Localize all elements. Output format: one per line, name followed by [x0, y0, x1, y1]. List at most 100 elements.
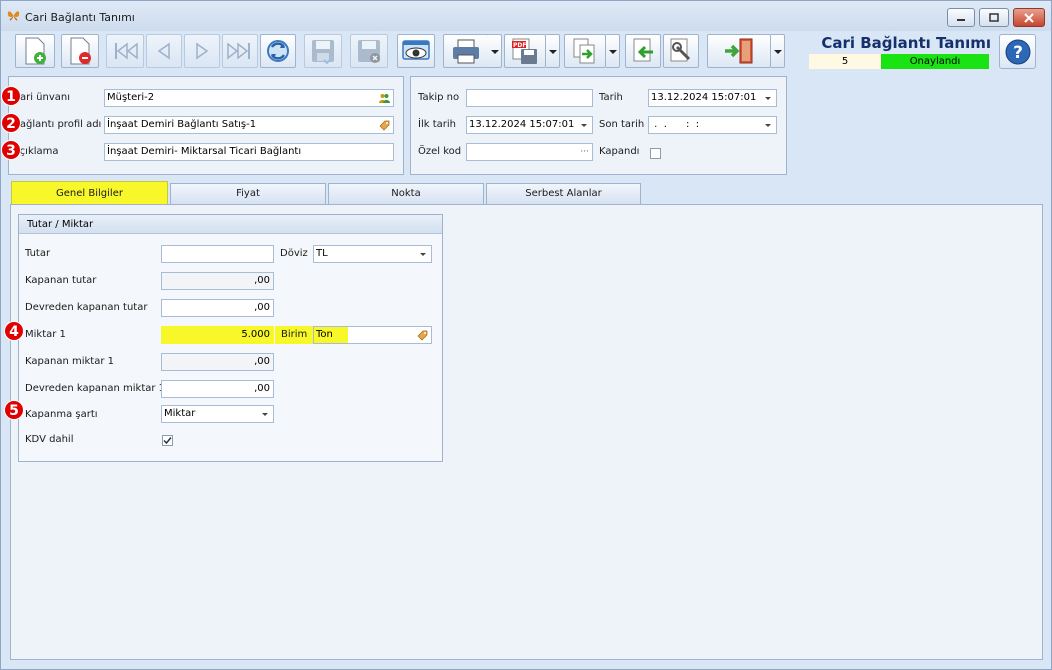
miktar1-value: 5.000 [241, 329, 270, 340]
ilk-tarih-label: İlk tarih [418, 119, 456, 130]
delete-icon [70, 37, 91, 65]
export-icon [573, 38, 595, 64]
devreden-kapanan-tutar-field[interactable]: ,00 [161, 299, 274, 317]
main-window: Cari Bağlantı Tanımı PDF Cari Bağlantı T… [0, 0, 1052, 670]
birim-value: Ton [316, 329, 333, 340]
refresh-button[interactable] [260, 34, 296, 68]
takip-no-field[interactable] [466, 89, 593, 107]
cari-unvani-field[interactable]: Müşteri-2 [104, 89, 394, 107]
ilk-tarih-field[interactable]: 13.12.2024 15:07:01 [466, 116, 593, 134]
delete-button[interactable] [61, 34, 99, 68]
minimize-button[interactable] [947, 8, 975, 27]
aciklama-value: İnşaat Demiri- Miktarsal Ticari Bağlantı [107, 146, 302, 157]
tag-icon[interactable] [417, 330, 428, 341]
chevron-down-icon[interactable] [765, 124, 771, 130]
step-badge-4: 4 [4, 321, 24, 341]
son-tarih-value: . . : : [651, 119, 700, 130]
takip-no-label: Takip no [418, 92, 460, 103]
last-icon [227, 42, 250, 60]
last-record-button[interactable] [222, 34, 258, 68]
kdv-dahil-label: KDV dahil [25, 434, 74, 445]
exit-icon [725, 38, 753, 64]
print-dropdown[interactable] [488, 34, 502, 68]
tarih-value: 13.12.2024 15:07:01 [651, 92, 757, 103]
miktar1-label: Miktar 1 [25, 329, 66, 340]
kdv-dahil-checkbox[interactable] [162, 435, 173, 446]
exit-dropdown[interactable] [771, 34, 785, 68]
step-badge-5: 5 [4, 400, 24, 420]
cari-unvani-value: Müşteri-2 [107, 92, 155, 103]
cancel-save-button[interactable] [350, 34, 388, 68]
checkmark-icon [163, 437, 172, 445]
new-button[interactable] [15, 34, 55, 68]
ozel-kod-field[interactable]: ··· [466, 143, 593, 161]
header-title: Cari Bağlantı Tanımı [821, 34, 991, 52]
kapanan-miktar1-field: ,00 [161, 353, 274, 371]
tutar-field[interactable] [161, 245, 274, 263]
step-badge-2: 2 [1, 113, 21, 133]
birim-field[interactable]: Ton [313, 326, 432, 344]
title-bar: Cari Bağlantı Tanımı [1, 1, 1051, 31]
ellipsis-icon[interactable]: ··· [580, 144, 589, 160]
preview-button[interactable] [397, 34, 435, 68]
pdf-export-button[interactable]: PDF [504, 34, 546, 68]
tarih-field[interactable]: 13.12.2024 15:07:01 [648, 89, 777, 107]
people-icon[interactable] [379, 93, 390, 104]
kapanma-sarti-label: Kapanma şartı [25, 409, 98, 420]
group-title: Tutar / Miktar [19, 215, 442, 234]
tag-icon[interactable] [379, 120, 390, 131]
son-tarih-field[interactable]: . . : : [648, 116, 777, 134]
miktar1-field[interactable]: 5.000 [161, 326, 274, 344]
first-record-button[interactable] [106, 34, 144, 68]
window-title: Cari Bağlantı Tanımı [25, 11, 135, 24]
export-button[interactable] [564, 34, 606, 68]
minimize-icon [957, 18, 965, 21]
export-dropdown[interactable] [606, 34, 620, 68]
chevron-down-icon[interactable] [420, 253, 426, 259]
tab-serbest-alanlar[interactable]: Serbest Alanlar [486, 183, 641, 204]
tools-button[interactable] [663, 34, 699, 68]
doviz-select[interactable]: TL [313, 245, 432, 263]
maximize-button[interactable] [979, 8, 1009, 27]
chevron-down-icon[interactable] [262, 413, 268, 419]
record-number: 5 [809, 54, 881, 69]
next-record-button[interactable] [184, 34, 220, 68]
import-button[interactable] [625, 34, 661, 68]
kapanan-tutar-label: Kapanan tutar [25, 275, 97, 286]
baglanti-profil-label: Bağlantı profil adı [13, 119, 102, 130]
help-button[interactable]: ? [999, 34, 1036, 69]
help-icon: ? [1005, 39, 1030, 64]
ozel-kod-label: Özel kod [418, 146, 462, 157]
devreden-kapanan-miktar1-label: Devreden kapanan miktar 1 [25, 383, 166, 394]
cari-unvani-label: Cari ünvanı [13, 92, 71, 103]
kapandi-checkbox[interactable] [650, 148, 661, 159]
devreden-kapanan-tutar-label: Devreden kapanan tutar [25, 302, 148, 313]
step-badge-3: 3 [1, 140, 21, 160]
previous-record-button[interactable] [146, 34, 182, 68]
tab-fiyat[interactable]: Fiyat [170, 183, 326, 204]
kapandi-label: Kapandı [599, 146, 640, 157]
save-button[interactable] [304, 34, 342, 68]
baglanti-profil-value: İnşaat Demiri Bağlantı Satış-1 [107, 119, 257, 130]
kapanma-sarti-value: Miktar [164, 408, 196, 419]
tab-genel-bilgiler[interactable]: Genel Bilgiler [11, 181, 168, 205]
import-icon [633, 38, 653, 62]
print-button[interactable] [443, 34, 489, 68]
kapanan-miktar1-value: ,00 [254, 356, 270, 367]
tab-nokta[interactable]: Nokta [328, 183, 484, 204]
baglanti-profil-field[interactable]: İnşaat Demiri Bağlantı Satış-1 [104, 116, 394, 134]
preview-icon [402, 40, 430, 60]
birim-label: Birim [281, 329, 308, 340]
print-icon [453, 39, 479, 64]
exit-button[interactable] [707, 34, 771, 68]
devreden-kapanan-miktar1-field[interactable]: ,00 [161, 380, 274, 398]
aciklama-field[interactable]: İnşaat Demiri- Miktarsal Ticari Bağlantı [104, 143, 394, 161]
close-button[interactable] [1013, 8, 1045, 27]
chevron-down-icon[interactable] [581, 124, 587, 130]
kapanma-sarti-select[interactable]: Miktar [161, 405, 274, 423]
tutar-label: Tutar [25, 248, 51, 259]
chevron-down-icon[interactable] [765, 97, 771, 103]
doviz-value: TL [316, 248, 328, 259]
previous-icon [157, 42, 170, 60]
pdf-dropdown[interactable] [546, 34, 560, 68]
